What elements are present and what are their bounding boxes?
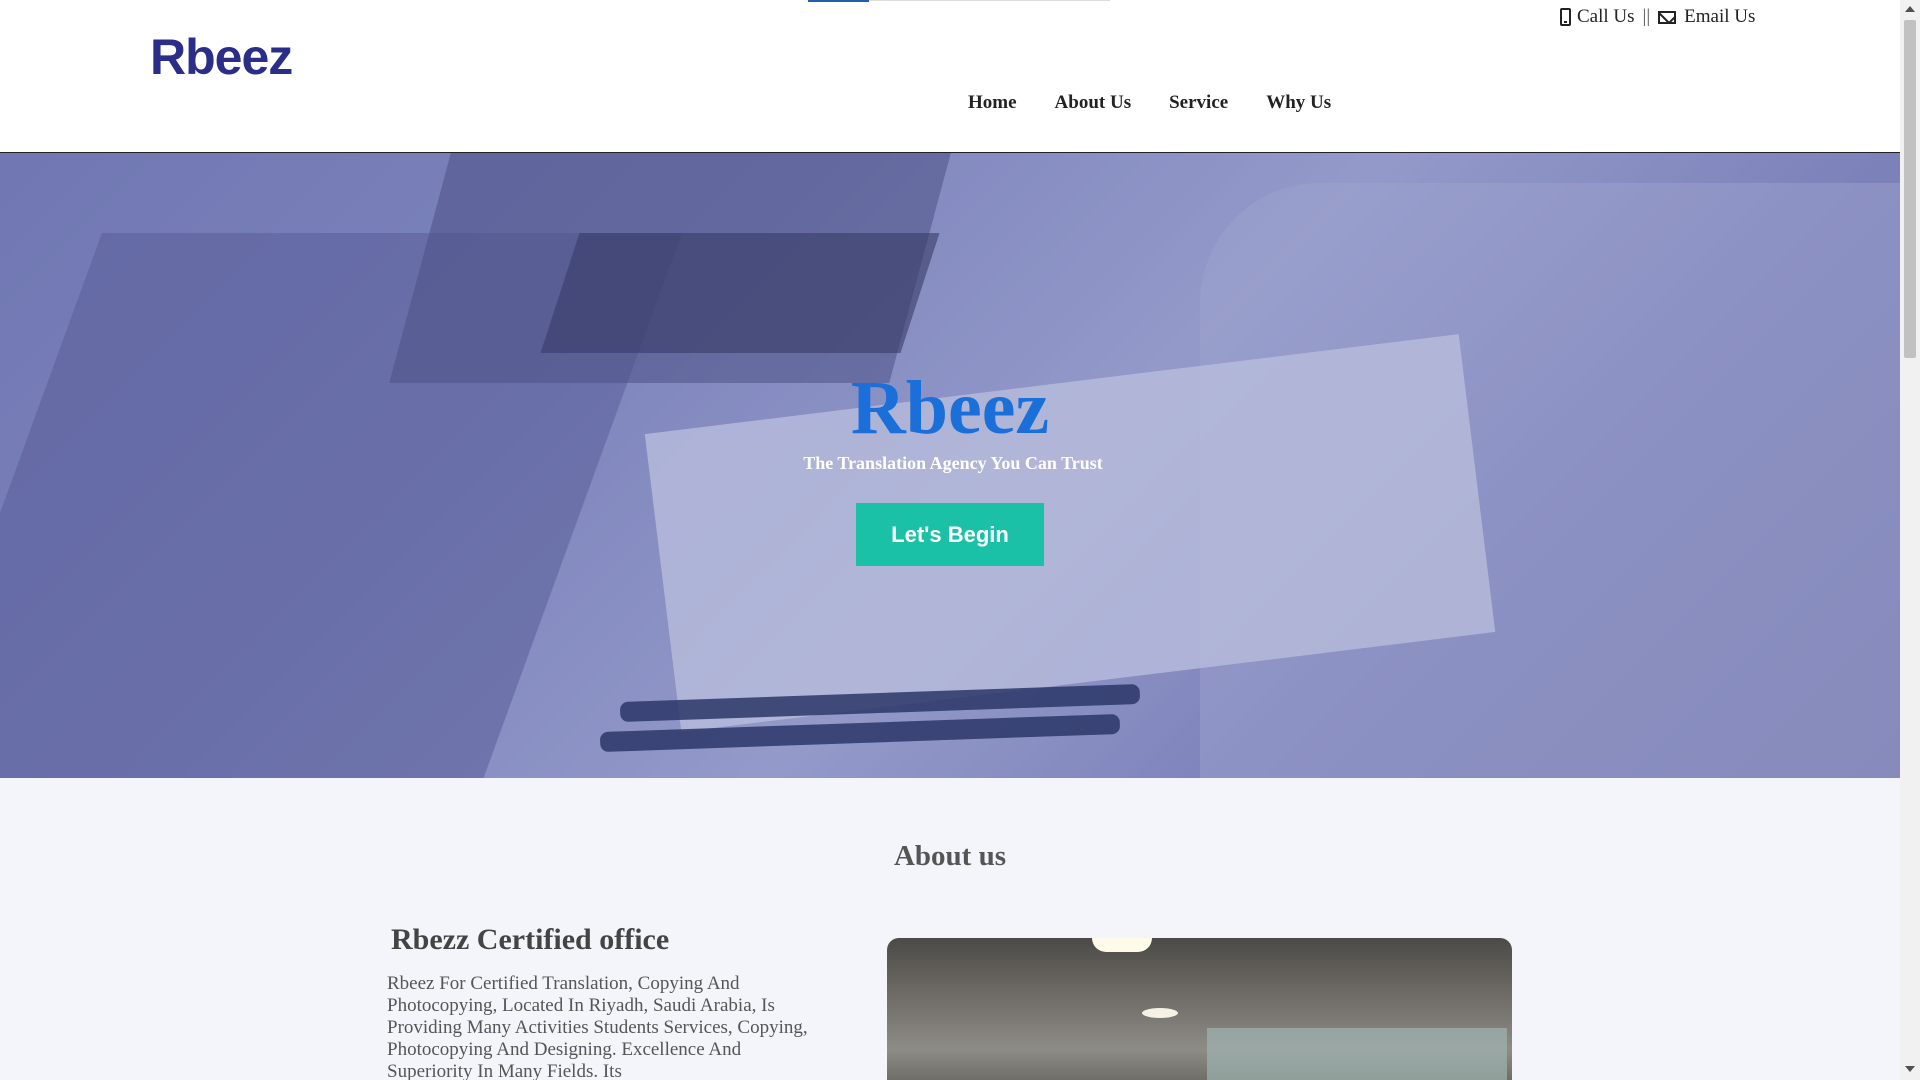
scroll-thumb[interactable]	[1904, 20, 1916, 358]
logo[interactable]: Rbeez	[150, 28, 293, 86]
call-us-link[interactable]: Call Us	[1577, 6, 1635, 28]
about-text: Rbeez For Certified Translation, Copying…	[387, 973, 808, 1080]
scroll-up-arrow-icon[interactable]	[1905, 6, 1915, 12]
loading-indicator	[808, 0, 869, 2]
hero-subtitle: The Translation Agency You Can Trust	[803, 453, 1103, 473]
email-us-link[interactable]: Email Us	[1684, 6, 1755, 28]
about-heading: About us	[893, 840, 1007, 872]
hero-banner: Rbeez The Translation Agency You Can Tru…	[0, 153, 1900, 778]
nav-item-why-us[interactable]: Why Us	[1266, 92, 1331, 114]
nav-item-home[interactable]: Home	[968, 92, 1017, 114]
phone-icon	[1560, 8, 1571, 26]
scroll-down-arrow-icon[interactable]	[1905, 1066, 1915, 1072]
contact-bar: Call Us || Email Us	[1560, 6, 1755, 28]
ceiling-light	[1142, 1008, 1178, 1018]
glass-wall	[1207, 1028, 1507, 1080]
office-photo	[887, 938, 1512, 1080]
main-nav: Home About Us Service Why Us	[968, 92, 1331, 114]
about-title: Rbezz Certified office	[391, 923, 670, 956]
ceiling-light	[1092, 938, 1152, 952]
nav-item-about-us[interactable]: About Us	[1055, 92, 1132, 114]
mail-icon	[1658, 10, 1677, 24]
scrollbar[interactable]	[1900, 0, 1920, 1080]
about-section: About us Rbezz Certified office Rbeez Fo…	[0, 778, 1900, 1080]
hero-title: Rbeez	[850, 366, 1050, 450]
nav-item-service[interactable]: Service	[1169, 92, 1228, 114]
lets-begin-button[interactable]: Let's Begin	[856, 503, 1044, 566]
site-header: Rbeez Call Us || Email Us Home About Us …	[0, 0, 1900, 153]
contact-separator: ||	[1642, 6, 1651, 27]
